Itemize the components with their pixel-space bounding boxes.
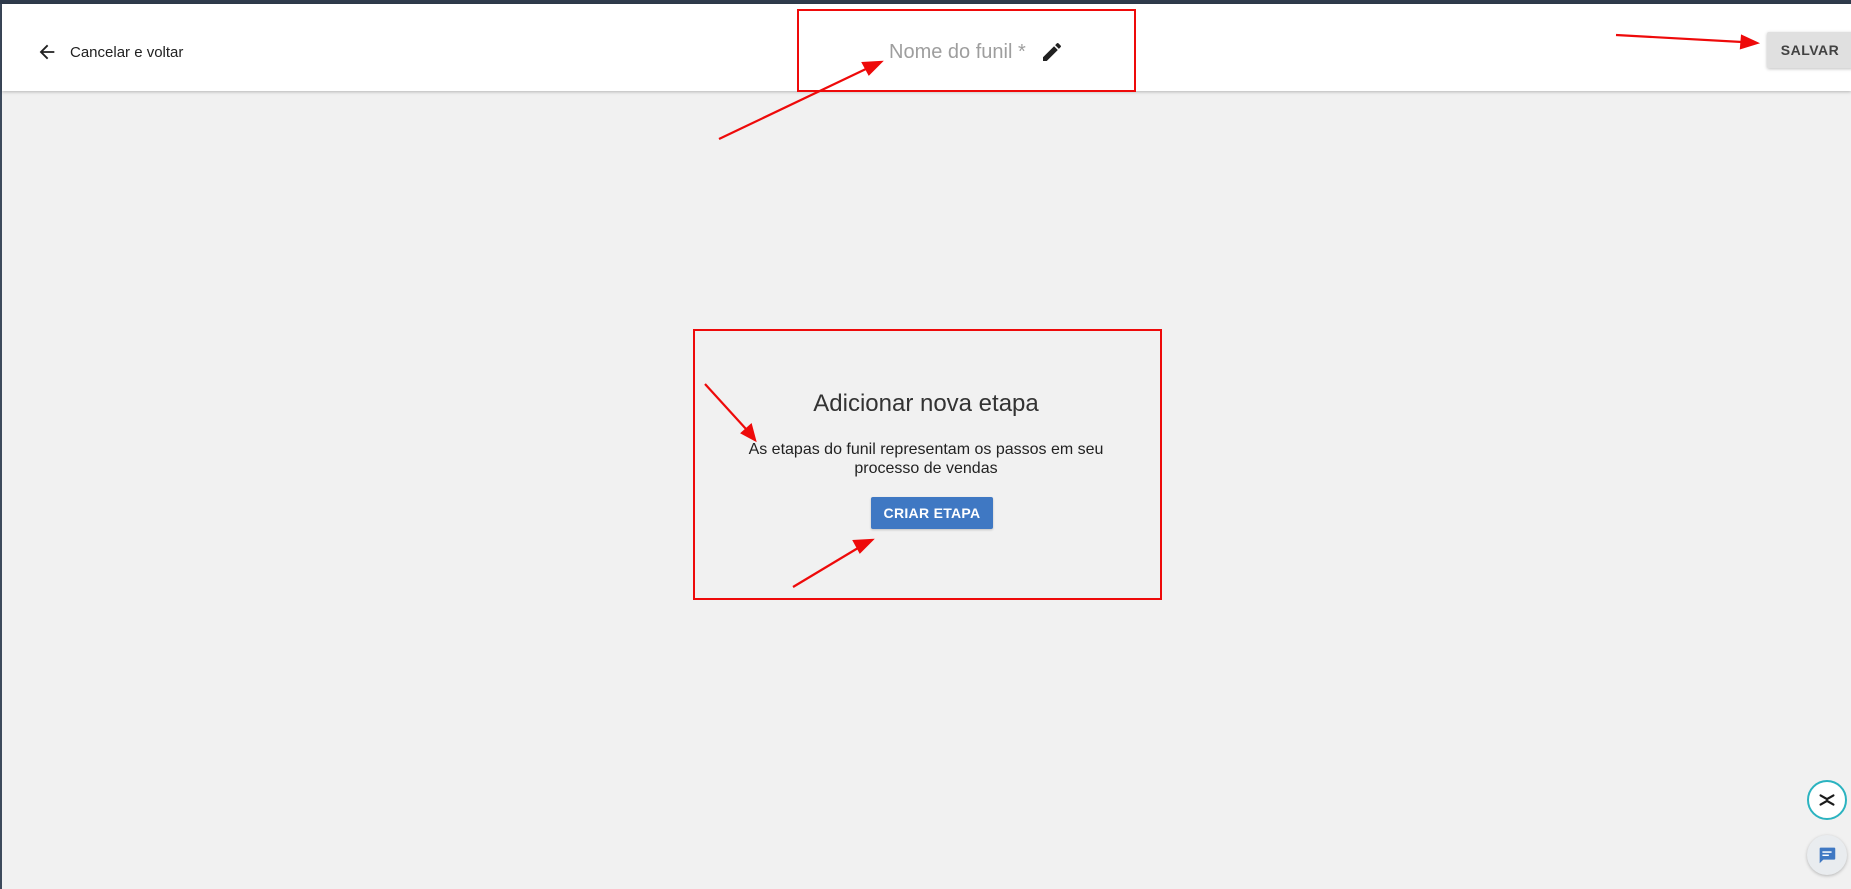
close-chevrons-icon <box>1819 794 1835 806</box>
chat-button[interactable] <box>1807 835 1847 875</box>
annotation-box-empty-state <box>693 329 1162 600</box>
cancel-back-label: Cancelar e voltar <box>70 43 184 61</box>
arrow-left-icon <box>39 44 55 60</box>
annotation-box-funnel-name <box>797 9 1136 92</box>
cancel-back-button[interactable]: Cancelar e voltar <box>36 37 183 67</box>
save-button[interactable]: SALVAR <box>1767 32 1851 68</box>
widget-toggle-button[interactable] <box>1807 780 1847 820</box>
chat-icon <box>1819 847 1836 864</box>
window-left-edge <box>0 4 2 889</box>
